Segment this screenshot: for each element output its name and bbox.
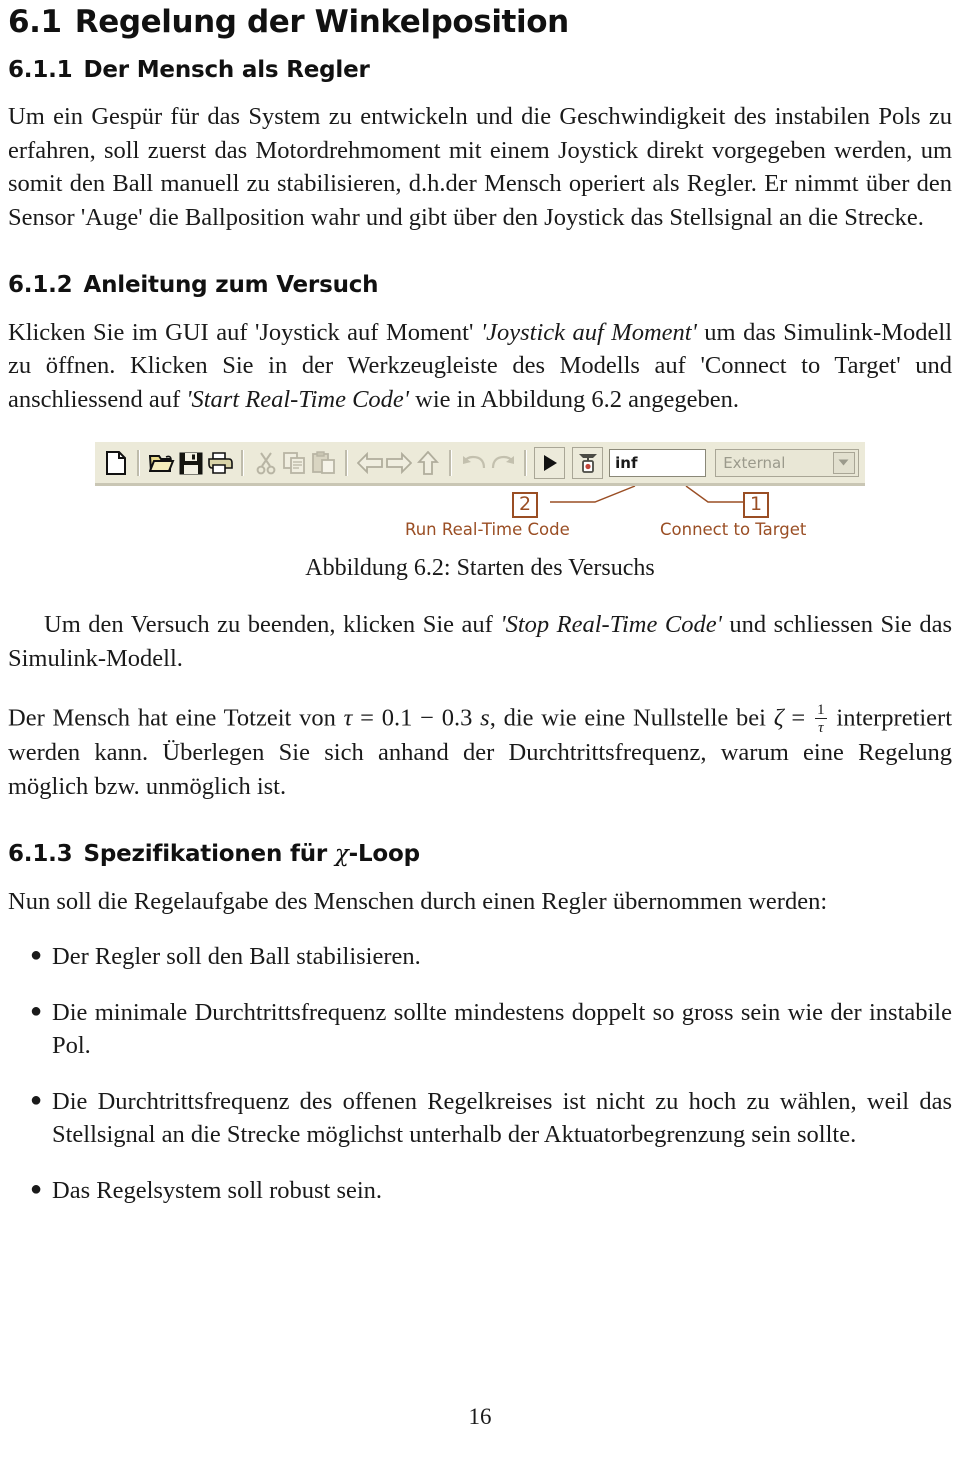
subsection-title-613-part2: -Loop [348, 841, 420, 868]
connect-to-target-button[interactable] [572, 446, 604, 479]
equals-1: = [352, 704, 382, 732]
paragraph-stop-versuch: Um den Versuch zu beenden, klicken Sie a… [8, 608, 952, 675]
bullet-icon: ● [30, 1177, 43, 1200]
callout-label-run-real-time-code: Run Real-Time Code [405, 520, 570, 540]
unit-seconds: s [480, 704, 490, 732]
bullet-icon: ● [30, 999, 43, 1022]
run-real-time-code-button[interactable] [534, 446, 566, 479]
chevron-down-icon[interactable] [832, 451, 855, 474]
anleitung-italic-joystick: 'Joystick auf Moment' [480, 318, 697, 346]
subsection-title-611: Der Mensch als Regler [83, 56, 370, 83]
callout-number-2: 2 [512, 492, 539, 519]
fraction-one-over-tau: 1τ [815, 701, 827, 736]
list-item: ● Das Regelsystem soll robust sein. [8, 1174, 952, 1208]
list-item-text: Die minimale Durchtrittsfrequenz sollte … [52, 998, 952, 1060]
list-item-text: Das Regelsystem soll robust sein. [52, 1176, 383, 1204]
subsection-number-611: 6.1.1 [8, 56, 73, 83]
simulink-toolbar: inf External [95, 442, 865, 487]
subsection-number-612: 6.1.2 [8, 272, 73, 299]
symbol-zeta: ζ [773, 704, 784, 732]
bullet-icon: ● [30, 944, 43, 967]
section-number: 6.1 [8, 4, 62, 40]
forward-arrow-icon [384, 448, 413, 478]
cut-icon [251, 448, 280, 478]
up-arrow-icon [413, 448, 442, 478]
stop-time-input[interactable]: inf [609, 448, 707, 477]
bullet-icon: ● [30, 1088, 43, 1111]
subsection-heading-612: 6.1.2 Anleitung zum Versuch [8, 272, 952, 300]
list-item: ● Die Durchtrittsfrequenz des offenen Reg… [8, 1085, 952, 1152]
figure-caption: Abbildung 6.2: Starten des Versuchs [305, 555, 655, 582]
paragraph-totzeit: Der Mensch hat eine Totzeit von τ = 0.1 … [8, 701, 952, 803]
callout-number-1: 1 [743, 492, 770, 519]
totzeit-text-2: , die wie eine Nullstelle bei [489, 704, 774, 732]
list-item: ● Die minimale Durchtrittsfrequenz sollte… [8, 996, 952, 1063]
redo-icon [488, 448, 517, 478]
undo-icon [459, 448, 488, 478]
print-icon[interactable] [205, 448, 234, 478]
fraction-numerator: 1 [817, 701, 825, 719]
figure-6-2: inf External 2 1 Run Real-Time Code Conn… [8, 442, 952, 582]
stop-time-value: inf [615, 453, 638, 472]
section-title: Regelung der Winkelposition [74, 4, 569, 40]
new-file-icon[interactable] [101, 448, 130, 478]
copy-icon [280, 448, 309, 478]
open-folder-icon[interactable] [147, 448, 176, 478]
specifications-list: ● Der Regler soll den Ball stabilisieren.… [8, 940, 952, 1207]
list-item-text: Die Durchtrittsfrequenz des offenen Rege… [52, 1087, 952, 1149]
figure-callouts: 2 1 Run Real-Time Code Connect to Target [95, 486, 865, 540]
toolbar-separator [524, 449, 528, 476]
list-item: ● Der Regler soll den Ball stabilisieren. [8, 940, 952, 974]
tau-range: 0.1 − 0.3 [381, 704, 473, 732]
document-page: 6.1 Regelung der Winkelposition 6.1.1 Der … [0, 0, 960, 1464]
stop-italic-stopcode: 'Stop Real-Time Code' [500, 611, 722, 639]
section-heading: 6.1 Regelung der Winkelposition [8, 0, 952, 41]
anleitung-text-3: wie in Abbildung 6.2 angegeben. [409, 385, 740, 413]
toolbar-separator [345, 449, 349, 476]
anleitung-text-1: Klicken Sie im GUI auf 'Joystick auf Mom… [8, 318, 481, 346]
stop-text-1: Um den Versuch zu beenden, klicken Sie a… [44, 611, 501, 639]
symbol-chi: χ [334, 841, 349, 868]
paragraph-mensch-als-regler: Um ein Gespür für das System zu entwicke… [8, 103, 952, 231]
simulation-mode-value: External [723, 453, 786, 472]
simulink-toolbar-screenshot: inf External 2 1 Run Real-Time Code Conn… [95, 442, 865, 540]
paragraph-anleitung: Klicken Sie im GUI auf 'Joystick auf Mom… [8, 316, 952, 417]
toolbar-separator [449, 449, 453, 476]
totzeit-text-1: Der Mensch hat eine Totzeit von [8, 704, 344, 732]
subsection-title-612: Anleitung zum Versuch [83, 272, 379, 299]
anleitung-italic-startcode: 'Start Real-Time Code' [186, 385, 410, 413]
paragraph-spezifikationen-intro: Nun soll die Regelaufgabe des Menschen d… [8, 887, 828, 915]
back-arrow-icon [355, 448, 384, 478]
paste-icon [309, 448, 338, 478]
page-content: 6.1 Regelung der Winkelposition 6.1.1 Der … [8, 0, 952, 1207]
simulation-mode-select[interactable]: External [715, 448, 859, 477]
callout-label-connect-to-target: Connect to Target [660, 520, 807, 540]
equals-2: = [783, 704, 814, 732]
subsection-heading-613: 6.1.3 Spezifikationen für χ-Loop [8, 841, 952, 869]
page-number: 16 [468, 1404, 492, 1429]
save-icon[interactable] [176, 448, 205, 478]
toolbar-separator [137, 449, 140, 476]
subsection-heading-611: 6.1.1 Der Mensch als Regler [8, 57, 952, 85]
fraction-denominator: τ [815, 718, 827, 736]
list-item-text: Der Regler soll den Ball stabilisieren. [52, 943, 421, 971]
subsection-title-613-part1: Spezifikationen für [83, 841, 335, 868]
subsection-number-613: 6.1.3 [8, 841, 73, 868]
toolbar-separator [241, 449, 245, 476]
